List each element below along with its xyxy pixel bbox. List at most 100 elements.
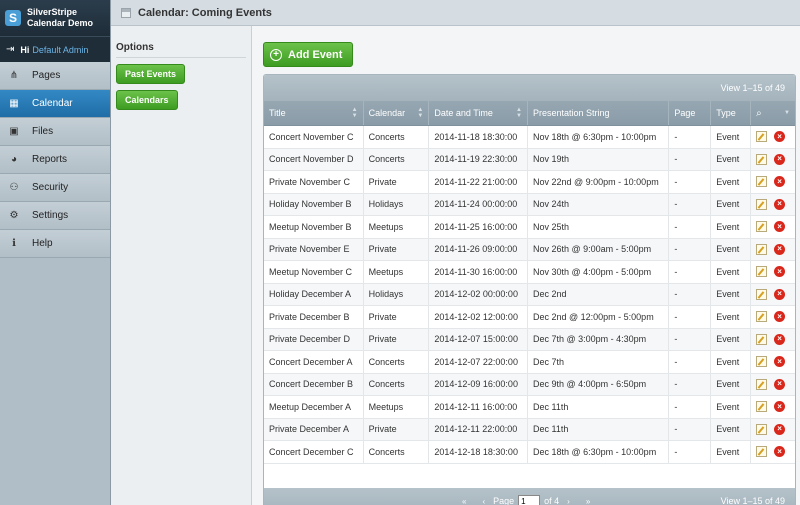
edit-icon[interactable]	[756, 154, 767, 165]
table-cell: Concert November C	[264, 126, 364, 148]
delete-icon[interactable]: ×	[774, 176, 785, 187]
delete-icon[interactable]: ×	[774, 356, 785, 367]
delete-icon[interactable]: ×	[774, 289, 785, 300]
sort-icon: ▲▼	[417, 107, 423, 119]
calendar-icon	[121, 8, 131, 18]
delete-icon[interactable]: ×	[774, 154, 785, 165]
user-bar: ⇥ Hi Default Admin	[0, 36, 110, 62]
logout-icon[interactable]: ⇥	[6, 44, 14, 55]
delete-icon[interactable]: ×	[774, 424, 785, 435]
edit-icon[interactable]	[756, 356, 767, 367]
table-cell: Event	[711, 441, 751, 463]
edit-icon[interactable]	[756, 424, 767, 435]
column-header-title[interactable]: Title▲▼	[264, 101, 364, 125]
table-row[interactable]: Holiday November BHolidays2014-11-24 00:…	[264, 194, 795, 217]
edit-icon[interactable]	[756, 379, 767, 390]
delete-icon[interactable]: ×	[774, 334, 785, 345]
edit-icon[interactable]	[756, 446, 767, 457]
sort-icon: ▲▼	[516, 107, 522, 119]
sidebar-item-label: Reports	[32, 154, 67, 165]
table-row[interactable]: Meetup December AMeetups2014-12-11 16:00…	[264, 396, 795, 419]
table-cell: Event	[711, 306, 751, 328]
search-icon[interactable]: ⌕	[756, 108, 762, 119]
sidebar-item-calendar[interactable]: ▦Calendar	[0, 90, 110, 118]
row-actions: ×	[751, 194, 795, 216]
edit-icon[interactable]	[756, 401, 767, 412]
sidebar-item-files[interactable]: ▣Files	[0, 118, 110, 146]
table-row[interactable]: Concert December BConcerts2014-12-09 16:…	[264, 374, 795, 397]
chevron-down-icon[interactable]: ▼	[784, 110, 790, 116]
table-row[interactable]: Holiday December AHolidays2014-12-02 00:…	[264, 284, 795, 307]
table-cell: Holidays	[364, 284, 430, 306]
table-row[interactable]: Concert November DConcerts2014-11-19 22:…	[264, 149, 795, 172]
page-number-input[interactable]	[518, 495, 540, 505]
sidebar-item-help[interactable]: ℹHelp	[0, 230, 110, 258]
table-row[interactable]: Concert December CConcerts2014-12-18 18:…	[264, 441, 795, 464]
table-cell: Event	[711, 194, 751, 216]
delete-icon[interactable]: ×	[774, 311, 785, 322]
delete-icon[interactable]: ×	[774, 244, 785, 255]
table-row[interactable]: Private December APrivate2014-12-11 22:0…	[264, 419, 795, 442]
brand-title: SilverStripe Calendar Demo	[27, 7, 93, 29]
delete-icon[interactable]: ×	[774, 266, 785, 277]
users-icon: ⚇	[8, 182, 20, 194]
delete-icon[interactable]: ×	[774, 379, 785, 390]
brand[interactable]: S SilverStripe Calendar Demo	[0, 0, 110, 36]
edit-icon[interactable]	[756, 311, 767, 322]
column-header-actions[interactable]: ⌕▼	[751, 101, 795, 125]
table-cell: Dec 7th	[528, 351, 669, 373]
table-row[interactable]: Meetup November BMeetups2014-11-25 16:00…	[264, 216, 795, 239]
column-label: Presentation String	[533, 108, 610, 118]
sitemap-icon: ⋔	[8, 70, 20, 82]
table-cell: 2014-12-07 15:00:00	[429, 329, 528, 351]
edit-icon[interactable]	[756, 289, 767, 300]
table-row[interactable]: Meetup November CMeetups2014-11-30 16:00…	[264, 261, 795, 284]
table-cell: Private	[364, 329, 430, 351]
view-range: View 1–15 of 49	[721, 83, 785, 93]
sidebar-item-settings[interactable]: ⚙Settings	[0, 202, 110, 230]
delete-icon[interactable]: ×	[774, 446, 785, 457]
pie-chart-icon: ◕	[8, 154, 20, 166]
delete-icon[interactable]: ×	[774, 199, 785, 210]
table-row[interactable]: Private December DPrivate2014-12-07 15:0…	[264, 329, 795, 352]
calendars-button[interactable]: Calendars	[116, 90, 178, 110]
edit-icon[interactable]	[756, 334, 767, 345]
sidebar-item-pages[interactable]: ⋔Pages	[0, 62, 110, 90]
next-page-icon[interactable]: ›	[567, 497, 570, 505]
add-event-button[interactable]: + Add Event	[263, 42, 353, 67]
table-row[interactable]: Private November EPrivate2014-11-26 09:0…	[264, 239, 795, 262]
edit-icon[interactable]	[756, 266, 767, 277]
delete-icon[interactable]: ×	[774, 401, 785, 412]
table-cell: Event	[711, 126, 751, 148]
last-page-icon[interactable]: »	[586, 497, 590, 505]
past-events-button[interactable]: Past Events	[116, 64, 185, 84]
table-cell: 2014-11-18 18:30:00	[429, 126, 528, 148]
table-cell: Private December D	[264, 329, 364, 351]
table-row[interactable]: Concert December AConcerts2014-12-07 22:…	[264, 351, 795, 374]
edit-icon[interactable]	[756, 199, 767, 210]
row-actions: ×	[751, 261, 795, 283]
sidebar-item-label: Security	[32, 182, 68, 193]
table-row[interactable]: Private December BPrivate2014-12-02 12:0…	[264, 306, 795, 329]
edit-icon[interactable]	[756, 244, 767, 255]
grid-header: Title▲▼ Calendar▲▼ Date and Time▲▼ Prese…	[264, 101, 795, 126]
table-cell: Event	[711, 216, 751, 238]
delete-icon[interactable]: ×	[774, 131, 785, 142]
main-nav: ⋔Pages▦Calendar▣Files ◕ Reports ⚇ Security ⚙S…	[0, 62, 110, 258]
sidebar-item-reports[interactable]: ◕ Reports	[0, 146, 110, 174]
edit-icon[interactable]	[756, 131, 767, 142]
table-cell: Private	[364, 239, 430, 261]
user-name-link[interactable]: Default Admin	[32, 45, 88, 55]
column-header-calendar[interactable]: Calendar▲▼	[364, 101, 430, 125]
delete-icon[interactable]: ×	[774, 221, 785, 232]
edit-icon[interactable]	[756, 221, 767, 232]
first-page-icon[interactable]: «	[462, 497, 466, 505]
table-cell: Meetup December A	[264, 396, 364, 418]
table-row[interactable]: Private November CPrivate2014-11-22 21:0…	[264, 171, 795, 194]
column-header-date-time[interactable]: Date and Time▲▼	[429, 101, 528, 125]
prev-page-icon[interactable]: ‹	[482, 497, 485, 505]
table-row[interactable]: Concert November CConcerts2014-11-18 18:…	[264, 126, 795, 149]
edit-icon[interactable]	[756, 176, 767, 187]
sidebar-item-security[interactable]: ⚇ Security	[0, 174, 110, 202]
table-cell: 2014-11-30 16:00:00	[429, 261, 528, 283]
